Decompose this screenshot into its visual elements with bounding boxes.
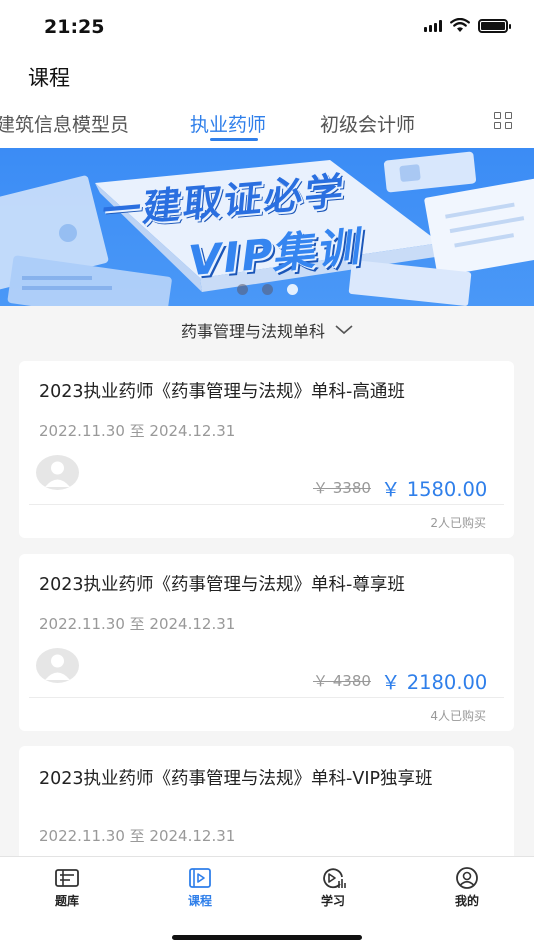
tabbar-label: 学习 [320, 894, 345, 908]
tab-building-information-modeler[interactable]: 建筑信息模型员 [0, 110, 129, 137]
tab-licensed-pharmacist[interactable]: 执业药师 [190, 110, 266, 137]
course-title: 2023执业药师《药事管理与法规》单科-尊享班 [39, 575, 405, 595]
home-indicator [172, 935, 362, 940]
tab-junior-accountant[interactable]: 初级会计师 [320, 110, 415, 137]
course-date-range: 2022.11.30 至 2024.12.31 [39, 422, 236, 440]
category-grid-icon[interactable] [494, 112, 514, 130]
status-bar: 21:25 [0, 0, 534, 56]
carousel-dots [0, 284, 534, 295]
page-title: 课程 [28, 66, 70, 90]
carousel-dot-active[interactable] [286, 284, 298, 295]
header: 课程 [0, 56, 534, 96]
card-divider [29, 697, 504, 698]
category-tabs: 建筑信息模型员 执业药师 初级会计师 [0, 96, 534, 148]
promo-banner[interactable]: 一建取证必学 VIP集训 [0, 148, 534, 306]
chevron-down-icon [335, 325, 353, 335]
profile-icon [456, 867, 478, 889]
battery-icon [478, 18, 511, 33]
subject-filter-label: 药事管理与法规单科 [180, 322, 325, 341]
course-title: 2023执业药师《药事管理与法规》单科-高通班 [39, 382, 405, 402]
carousel-dot[interactable] [236, 284, 248, 295]
teacher-avatar [36, 648, 79, 683]
tabbar-item-profile[interactable]: 我的 [427, 867, 507, 909]
course-price: ￥ 1580.00 [381, 478, 488, 501]
wifi-icon [450, 18, 470, 32]
banner-subheadline: VIP集训 [185, 221, 367, 286]
card-divider [29, 504, 504, 505]
cellular-signal-icon [424, 19, 442, 32]
course-card[interactable]: 2023执业药师《药事管理与法规》单科-高通班 2022.11.30 至 202… [19, 361, 514, 538]
tabbar-item-question-bank[interactable]: 题库 [27, 867, 107, 909]
tabbar-label: 课程 [187, 894, 212, 908]
question-bank-icon [55, 869, 79, 887]
carousel-dot[interactable] [261, 284, 273, 295]
teacher-avatar [36, 455, 79, 490]
tabbar-item-course[interactable]: 课程 [160, 867, 240, 909]
tabbar-label: 我的 [454, 894, 479, 908]
buyer-count: 4人已购买 [430, 709, 486, 723]
buyer-count: 2人已购买 [430, 516, 486, 530]
course-date-range: 2022.11.30 至 2024.12.31 [39, 615, 236, 633]
active-tab-indicator [210, 138, 258, 141]
status-icons [424, 18, 511, 33]
course-card[interactable]: 2023执业药师《药事管理与法规》单科-尊享班 2022.11.30 至 202… [19, 554, 514, 731]
status-time: 21:25 [44, 16, 105, 38]
course-title: 2023执业药师《药事管理与法规》单科-VIP独享班 [39, 769, 433, 789]
original-price: ￥ 3380 [313, 479, 371, 497]
course-price: ￥ 2180.00 [381, 671, 488, 694]
course-video-icon [189, 868, 211, 888]
original-price: ￥ 4380 [313, 672, 371, 690]
course-date-range: 2022.11.30 至 2024.12.31 [39, 827, 236, 845]
tabbar-item-study[interactable]: 学习 [293, 867, 373, 909]
subject-filter[interactable]: 药事管理与法规单科 [0, 318, 534, 350]
tabbar-label: 题库 [54, 894, 79, 908]
study-play-icon [323, 868, 346, 889]
